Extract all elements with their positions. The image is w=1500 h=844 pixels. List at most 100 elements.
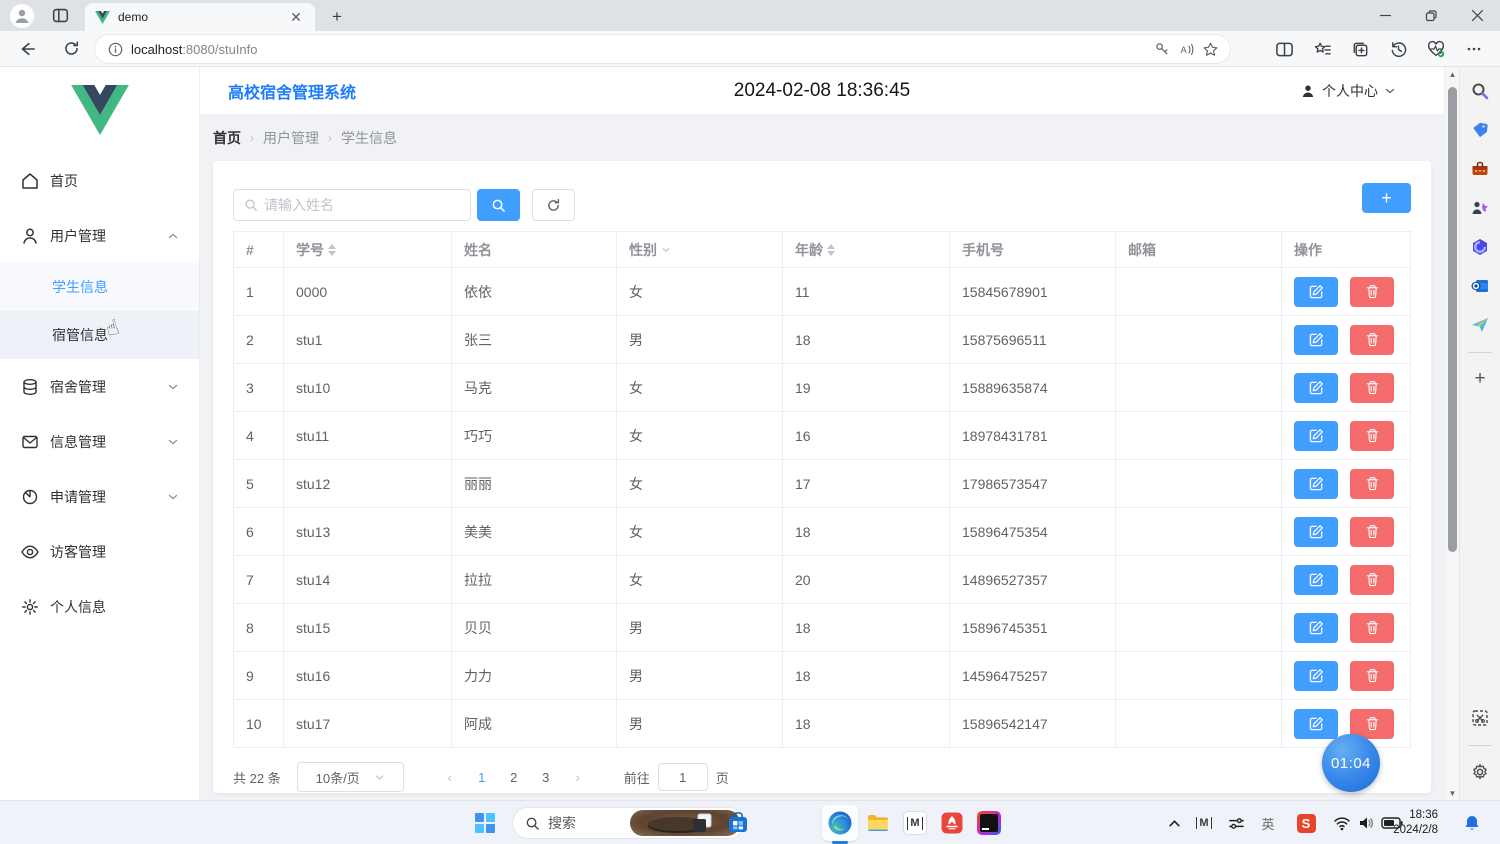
sidebar-item-personal-info[interactable]: 个人信息 [0, 579, 199, 634]
sidebar-item-visitor-management[interactable]: 访客管理 [0, 524, 199, 579]
sidebar-item-application-management[interactable]: 申请管理 [0, 469, 199, 524]
delete-button[interactable] [1350, 469, 1394, 499]
search-button[interactable] [477, 189, 520, 221]
intellij-idea-icon[interactable] [975, 809, 1003, 837]
sidebar-item-student-info[interactable]: 学生信息 [0, 263, 199, 311]
delete-button[interactable] [1350, 421, 1394, 451]
ime-indicator[interactable]: 英 [1254, 809, 1282, 837]
refresh-button[interactable] [56, 34, 86, 64]
minimize-button[interactable] [1362, 0, 1408, 31]
history-icon[interactable] [1384, 35, 1412, 63]
edit-button[interactable] [1294, 661, 1338, 691]
sogou-input-icon[interactable]: S [1292, 809, 1320, 837]
edit-button[interactable] [1294, 421, 1338, 451]
add-student-button[interactable]: + [1362, 183, 1411, 213]
recording-timer-overlay[interactable]: 01:04 [1322, 734, 1380, 792]
tray-marktext-icon[interactable]: M [1190, 809, 1218, 837]
tray-expand-icon[interactable] [1160, 809, 1188, 837]
edit-button[interactable] [1294, 709, 1338, 739]
games-icon[interactable] [1466, 194, 1494, 222]
more-menu-icon[interactable] [1460, 35, 1488, 63]
edit-button[interactable] [1294, 469, 1338, 499]
workspaces-icon[interactable] [52, 7, 69, 24]
shopping-icon[interactable] [1466, 116, 1494, 144]
goto-page-input[interactable] [658, 763, 708, 791]
edit-button[interactable] [1294, 613, 1338, 643]
outlook-icon[interactable] [1466, 272, 1494, 300]
back-button[interactable] [12, 34, 42, 64]
drop-icon[interactable] [1466, 311, 1494, 339]
sidebar-settings-gear-icon[interactable] [1466, 758, 1494, 786]
huawei-app-icon[interactable] [938, 809, 966, 837]
prev-page-button[interactable]: ‹ [436, 763, 464, 791]
breadcrumb-user-management[interactable]: 用户管理 [263, 128, 319, 148]
edit-button[interactable] [1294, 373, 1338, 403]
screenshot-icon[interactable] [1466, 704, 1494, 732]
browser-profile-avatar[interactable] [10, 4, 34, 28]
favorites-hub-icon[interactable] [1308, 35, 1336, 63]
browser-essentials-icon[interactable] [1422, 35, 1450, 63]
new-tab-button[interactable]: + [325, 5, 349, 29]
notification-bell-icon[interactable] [1458, 809, 1486, 837]
sort-icon[interactable] [328, 244, 336, 256]
page-number-1[interactable]: 1 [468, 763, 496, 791]
sidebar-item-dorm-management[interactable]: 宿舍管理 [0, 359, 199, 414]
delete-button[interactable] [1350, 565, 1394, 595]
tab-close-icon[interactable]: ✕ [287, 8, 305, 26]
name-search-field[interactable] [233, 189, 471, 221]
microsoft-365-icon[interactable] [1466, 233, 1494, 261]
delete-button[interactable] [1350, 517, 1394, 547]
sidebar-item-home[interactable]: 首页 [0, 153, 199, 208]
sidebar-item-user-management[interactable]: 用户管理 [0, 208, 199, 263]
scroll-up-arrow[interactable]: ▲ [1445, 67, 1460, 81]
sort-icon[interactable] [827, 244, 835, 256]
page-size-select[interactable]: 10条/页 [297, 762, 404, 792]
page-scrollbar[interactable]: ▲ ▼ [1444, 67, 1459, 800]
split-screen-icon[interactable] [1270, 35, 1298, 63]
page-number-3[interactable]: 3 [532, 763, 560, 791]
scrollbar-thumb[interactable] [1448, 87, 1457, 552]
sidebar-search-icon[interactable] [1466, 77, 1494, 105]
breadcrumb-home[interactable]: 首页 [213, 128, 241, 148]
microsoft-store-icon[interactable] [724, 809, 752, 837]
add-sidebar-item-button[interactable]: + [1466, 365, 1494, 393]
col-gender[interactable]: 性别 [617, 232, 783, 268]
close-button[interactable] [1454, 0, 1500, 31]
read-aloud-icon[interactable]: A [1174, 37, 1198, 61]
collections-icon[interactable] [1346, 35, 1374, 63]
address-bar[interactable]: localhost:8080/stuInfo A [95, 35, 1230, 63]
delete-button[interactable] [1350, 373, 1394, 403]
reset-button[interactable] [532, 189, 575, 221]
sidebar-item-dorm-manager-info[interactable]: 宿管信息 [0, 311, 199, 359]
col-age[interactable]: 年龄 [783, 232, 950, 268]
name-search-input[interactable] [264, 197, 460, 213]
tray-mixer-icon[interactable] [1222, 809, 1250, 837]
site-info-icon[interactable] [103, 37, 127, 61]
task-view-button[interactable] [688, 809, 716, 837]
filter-arrow-icon[interactable] [661, 245, 671, 255]
start-button[interactable] [471, 809, 499, 837]
password-key-icon[interactable] [1150, 37, 1174, 61]
edit-button[interactable] [1294, 277, 1338, 307]
delete-button[interactable] [1350, 325, 1394, 355]
edit-button[interactable] [1294, 565, 1338, 595]
page-number-2[interactable]: 2 [500, 763, 528, 791]
delete-button[interactable] [1350, 613, 1394, 643]
file-explorer-icon[interactable] [864, 809, 892, 837]
scroll-down-arrow[interactable]: ▼ [1445, 786, 1460, 800]
col-student-id[interactable]: 学号 [284, 232, 452, 268]
edit-button[interactable] [1294, 325, 1338, 355]
marktext-app-icon[interactable]: M [901, 809, 929, 837]
delete-button[interactable] [1350, 661, 1394, 691]
favorite-star-icon[interactable] [1198, 37, 1222, 61]
restore-button[interactable] [1408, 0, 1454, 31]
next-page-button[interactable]: › [564, 763, 592, 791]
tools-icon[interactable] [1466, 155, 1494, 183]
sidebar-item-info-management[interactable]: 信息管理 [0, 414, 199, 469]
user-center-dropdown[interactable]: 个人中心 [1300, 81, 1396, 101]
edge-browser-icon[interactable] [826, 809, 854, 837]
edit-button[interactable] [1294, 517, 1338, 547]
volume-icon[interactable] [1352, 809, 1380, 837]
tray-clock[interactable]: 18:36 2024/2/8 [1393, 808, 1438, 838]
browser-tab[interactable]: demo ✕ [85, 3, 315, 31]
